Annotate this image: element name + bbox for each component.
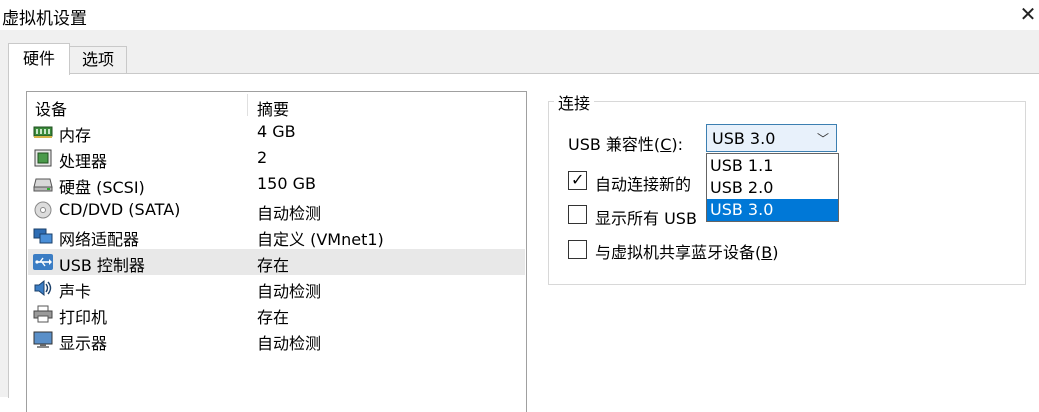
- title-bar: 虚拟机设置 ✕: [0, 0, 1039, 30]
- usb-compat-select[interactable]: USB 3.0 ﹀: [706, 124, 837, 152]
- device-row-hard-disk[interactable]: 硬盘 (SCSI) 150 GB: [28, 171, 525, 197]
- speaker-icon: [34, 279, 52, 297]
- device-name: 内存: [59, 126, 92, 145]
- dropdown-option-usb-2-0[interactable]: USB 2.0: [707, 177, 838, 199]
- show-all-usb-label: 显示所有 USB: [595, 209, 697, 228]
- device-summary: 存在: [257, 308, 290, 327]
- window-title: 虚拟机设置: [2, 9, 87, 29]
- usb-compat-label: USB 兼容性(C):: [568, 135, 683, 154]
- device-row-sound-card[interactable]: 声卡 自动检测: [28, 275, 525, 301]
- hardware-panel: 设备 摘要 内存 4 GB 处理器 2 硬盘 (SCSI) 150 GB CD/…: [8, 73, 1039, 412]
- device-name: 处理器: [59, 152, 108, 171]
- cd-dvd-icon: [34, 201, 52, 219]
- share-bluetooth-label: 与虚拟机共享蓝牙设备(B): [595, 243, 779, 262]
- device-name: USB 控制器: [59, 256, 145, 275]
- printer-icon: [33, 305, 53, 323]
- dialog-body: 硬件 选项 设备 摘要 内存 4 GB 处理器 2 硬盘 (SCSI) 150 …: [0, 30, 1039, 412]
- device-summary: 150 GB: [257, 174, 316, 193]
- connection-group-label: 连接: [554, 90, 595, 114]
- column-header-summary[interactable]: 摘要: [257, 96, 289, 120]
- tab-options[interactable]: 选项: [69, 46, 127, 74]
- hard-disk-icon: [33, 178, 53, 192]
- device-row-usb-controller[interactable]: USB 控制器 存在: [28, 249, 525, 275]
- device-row-cd-dvd[interactable]: CD/DVD (SATA) 自动检测: [28, 197, 525, 223]
- column-divider: [247, 94, 248, 116]
- device-summary: 4 GB: [257, 122, 296, 141]
- processor-icon: [34, 149, 52, 167]
- chevron-down-icon: ﹀: [816, 132, 829, 146]
- auto-connect-checkbox[interactable]: ✓: [568, 170, 587, 190]
- device-name: CD/DVD (SATA): [59, 200, 181, 219]
- device-summary: 自动检测: [257, 282, 322, 301]
- device-name: 打印机: [59, 308, 108, 327]
- device-summary: 2: [257, 148, 268, 167]
- memory-icon: [33, 126, 53, 138]
- column-header-device[interactable]: 设备: [35, 96, 67, 120]
- device-row-display[interactable]: 显示器 自动检测: [28, 327, 525, 353]
- device-name: 声卡: [59, 282, 92, 301]
- device-row-network-adapter[interactable]: 网络适配器 自定义 (VMnet1): [28, 223, 525, 249]
- device-row-printer[interactable]: 打印机 存在: [28, 301, 525, 327]
- tab-hardware[interactable]: 硬件: [8, 43, 70, 75]
- checkmark-icon: ✓: [571, 170, 585, 189]
- usb-compat-dropdown: USB 1.1 USB 2.0 USB 3.0: [706, 153, 839, 222]
- device-name: 硬盘 (SCSI): [59, 178, 145, 197]
- usb-icon: [33, 254, 53, 270]
- share-bluetooth-checkbox[interactable]: [568, 240, 587, 259]
- auto-connect-label: 自动连接新的: [595, 175, 692, 194]
- device-summary: 自动检测: [257, 334, 322, 353]
- device-name: 显示器: [59, 334, 108, 353]
- device-list: 设备 摘要 内存 4 GB 处理器 2 硬盘 (SCSI) 150 GB CD/…: [26, 91, 527, 412]
- dropdown-option-usb-3-0[interactable]: USB 3.0: [707, 199, 838, 221]
- device-row-processor[interactable]: 处理器 2: [28, 145, 525, 171]
- device-summary: 自动检测: [257, 204, 322, 223]
- device-summary: 自定义 (VMnet1): [257, 230, 384, 249]
- usb-compat-value: USB 3.0: [712, 129, 776, 148]
- device-row-memory[interactable]: 内存 4 GB: [28, 119, 525, 145]
- display-icon: [33, 331, 53, 348]
- close-icon[interactable]: ✕: [1014, 2, 1039, 28]
- show-all-usb-checkbox[interactable]: [568, 205, 587, 224]
- device-name: 网络适配器: [59, 230, 140, 249]
- dropdown-option-usb-1-1[interactable]: USB 1.1: [707, 155, 838, 177]
- network-adapter-icon: [33, 228, 53, 244]
- device-summary: 存在: [257, 256, 290, 275]
